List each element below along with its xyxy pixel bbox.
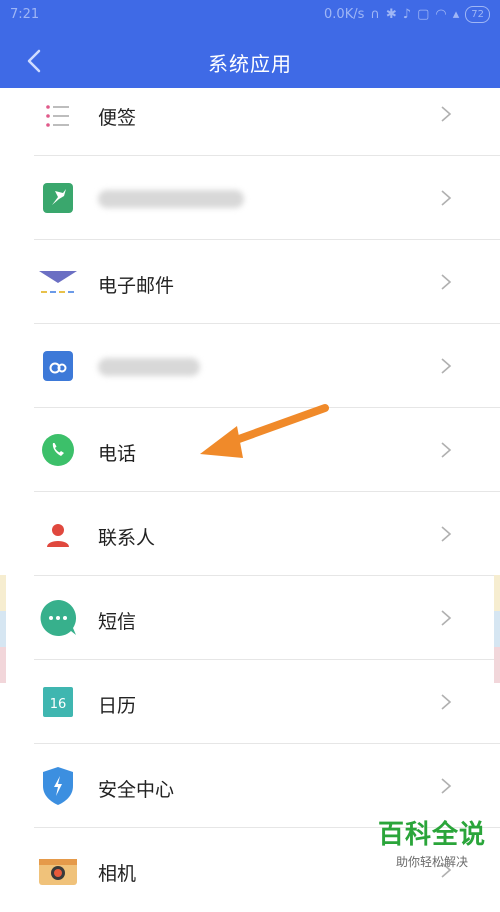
system-apps-list: 便签 电子邮件 电话 联系人 短信 16 日历 安全中心 相机 [0,88,500,912]
item-label: 短信 [98,611,137,633]
item-label: 日历 [98,695,137,717]
mute-bell-icon: ♪ [402,7,412,22]
status-time: 7:21 [10,7,40,22]
list-item-hidden-cloud[interactable] [0,324,500,408]
cloud-icon [38,346,78,386]
signal-icon: ▴ [452,7,460,22]
chevron-right-icon [441,274,452,290]
calendar-day: 16 [50,697,67,712]
phone-icon [38,430,78,470]
headset-icon: ∩ [370,7,380,22]
blurred-label [98,190,244,208]
right-edge-strip [494,575,500,683]
chevron-right-icon [441,190,452,206]
notes-icon [38,96,78,136]
list-item-hidden-app[interactable] [0,156,500,240]
list-item-messages[interactable]: 短信 [0,576,500,660]
chevron-right-icon [441,610,452,626]
wifi-icon: ◠ [435,7,447,22]
messages-icon [38,598,78,638]
left-edge-strip [0,575,6,683]
sim-icon: ▢ [417,7,430,22]
security-shield-icon [38,766,78,806]
bluetooth-icon: ✱ [385,7,397,22]
item-label: 便签 [98,107,137,129]
list-item-email[interactable]: 电子邮件 [0,240,500,324]
annotation-arrow-icon [200,404,329,458]
watermark-title: 百科全说 [377,820,486,850]
app-bar: 7:21 0.0K/s ∩ ✱ ♪ ▢ ◠ ▴ 72 系统应用 [0,0,500,88]
chevron-right-icon [441,778,452,794]
chevron-right-icon [441,442,452,458]
blurred-label [98,358,200,376]
status-right: 0.0K/s ∩ ✱ ♪ ▢ ◠ ▴ 72 [324,6,490,23]
watermark: 百科全说 助你轻松解决 [378,814,486,870]
watermark-subtitle: 助你轻松解决 [395,855,468,869]
item-label: 相机 [98,863,137,885]
calendar-icon: 16 [38,682,78,722]
item-label: 安全中心 [98,779,175,801]
list-item-contacts[interactable]: 联系人 [0,492,500,576]
network-speed: 0.0K/s [324,7,365,22]
hummingbird-app-icon [38,178,78,218]
chevron-right-icon [441,694,452,710]
list-item-calendar[interactable]: 16 日历 [0,660,500,744]
list-item-notes[interactable]: 便签 [0,88,500,156]
chevron-right-icon [441,106,452,122]
item-label: 电话 [98,443,137,465]
item-label: 联系人 [98,527,156,549]
chevron-right-icon [441,526,452,542]
camera-icon [38,850,78,890]
item-label: 电子邮件 [98,275,175,297]
email-icon [38,262,78,302]
battery-badge: 72 [465,6,490,23]
contacts-icon [38,514,78,554]
page-title: 系统应用 [208,52,292,76]
chevron-right-icon [441,358,452,374]
status-bar: 7:21 0.0K/s ∩ ✱ ♪ ▢ ◠ ▴ 72 [0,0,500,30]
